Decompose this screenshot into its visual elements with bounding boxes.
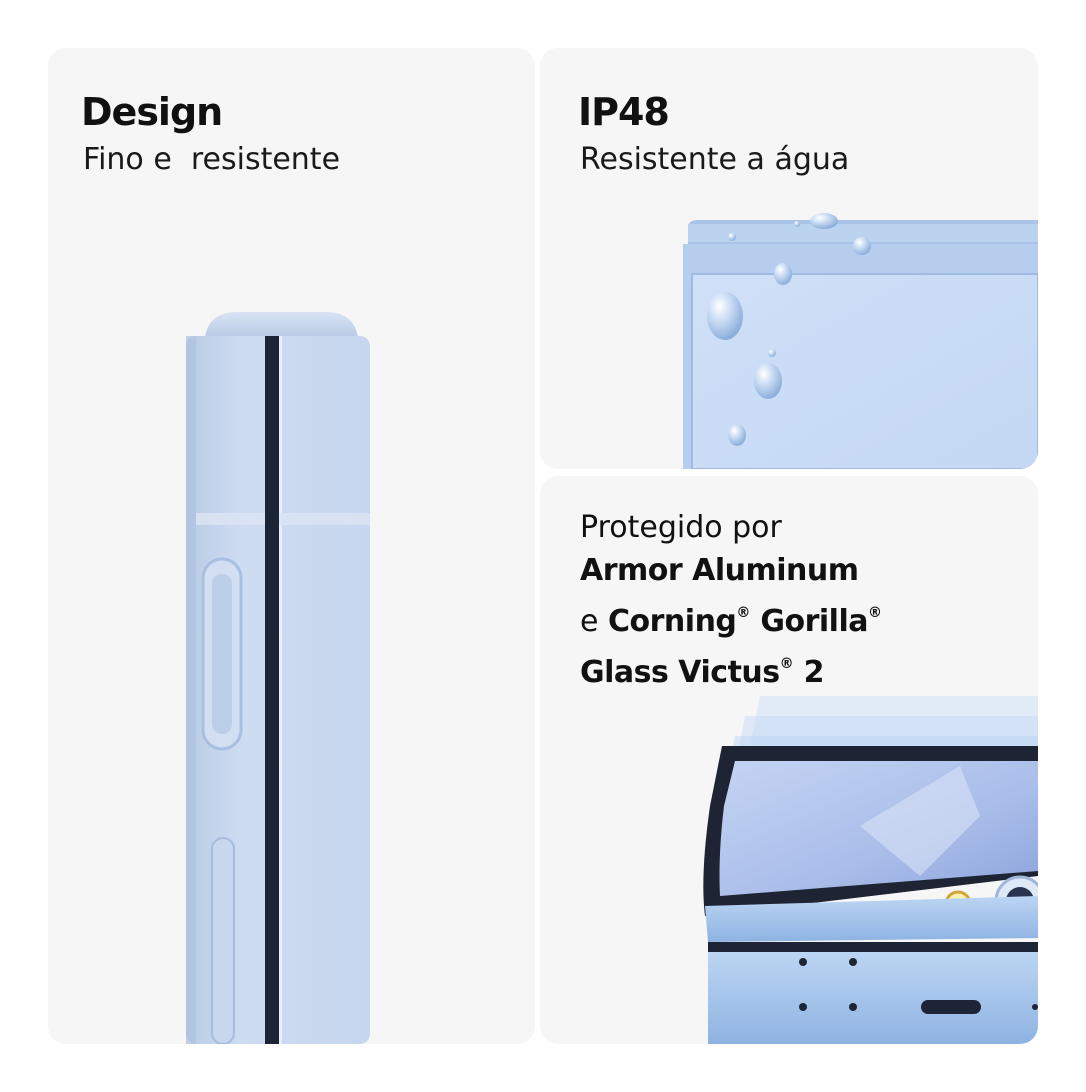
- phone-glass-layers-image: [703, 696, 1038, 1044]
- design-panel: Design Fino e resistente: [48, 48, 535, 1044]
- folded-phone-side-view-image: [186, 312, 370, 1044]
- ip48-panel: IP48 Resistente a água: [540, 48, 1038, 469]
- armor-panel: Protegido por Armor Aluminum e Corning® …: [540, 476, 1038, 1044]
- water-drops-on-phone-image: [683, 213, 1038, 469]
